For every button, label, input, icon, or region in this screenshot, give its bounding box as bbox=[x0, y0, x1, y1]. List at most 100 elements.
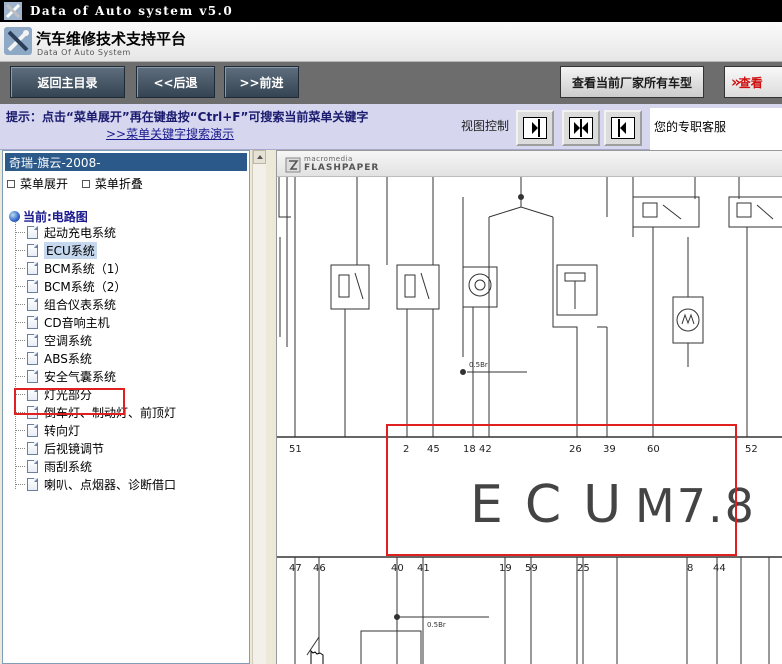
tree-item[interactable]: BCM系统（1） bbox=[15, 259, 126, 277]
tree-item[interactable]: 灯光部分 bbox=[15, 385, 92, 403]
view-split-button[interactable] bbox=[562, 110, 600, 146]
pin-label: 60 bbox=[647, 444, 660, 455]
pin-label: 18 bbox=[463, 444, 476, 455]
tree-item[interactable]: ECU系统 bbox=[15, 241, 97, 259]
menu-tree: 奇瑞-旗云-2008- 菜单展开 菜单折叠 当前:电路图 起动充电系统 ECU系统… bbox=[2, 150, 250, 664]
tree-item-label: 起动充电系统 bbox=[44, 225, 117, 240]
document-icon bbox=[27, 315, 38, 329]
ecu-label-text: ECU bbox=[470, 475, 643, 535]
tree-item-label: 安全气囊系统 bbox=[44, 369, 117, 384]
tree-item[interactable]: 安全气囊系统 bbox=[15, 367, 116, 385]
pin-label: 40 bbox=[391, 563, 404, 574]
menu-collapse-button[interactable]: 菜单折叠 bbox=[81, 177, 143, 191]
pin-label: 51 bbox=[289, 444, 302, 455]
tree-item[interactable]: 空调系统 bbox=[15, 331, 92, 349]
document-icon bbox=[27, 225, 38, 239]
document-icon bbox=[27, 261, 38, 275]
tree-connector bbox=[15, 357, 25, 359]
tree-item-label: BCM系统（2） bbox=[44, 279, 127, 294]
search-demo-link[interactable]: >>菜单关键字搜索演示 bbox=[106, 125, 234, 142]
tree-item[interactable]: BCM系统（2） bbox=[15, 277, 126, 295]
flashpaper-bar: macromedia FLASHPAPER bbox=[277, 151, 782, 177]
service-label: 您的专职客服 bbox=[654, 120, 727, 134]
document-icon bbox=[27, 441, 38, 455]
menu-options: 菜单展开 菜单折叠 bbox=[7, 175, 153, 192]
hand-cursor-icon bbox=[310, 649, 324, 664]
tree-item[interactable]: 雨刮系统 bbox=[15, 457, 92, 475]
view-all-models-button[interactable]: 查看当前厂家所有车型 bbox=[560, 66, 704, 98]
pin-label: 41 bbox=[417, 563, 430, 574]
pin-label: 42 bbox=[479, 444, 492, 455]
tree-connector bbox=[15, 339, 25, 341]
tree-item-label: BCM系统（1） bbox=[44, 261, 127, 276]
tree-connector bbox=[15, 285, 25, 287]
tree-connector bbox=[15, 231, 25, 233]
document-icon bbox=[27, 333, 38, 347]
tree-item[interactable]: 起动充电系统 bbox=[15, 223, 116, 241]
scroll-up-icon[interactable] bbox=[253, 150, 266, 164]
pin-label: 26 bbox=[569, 444, 582, 455]
tree-item[interactable]: 组合仪表系统 bbox=[15, 295, 116, 313]
tree-item-label: 空调系统 bbox=[44, 333, 93, 348]
pin-label: 25 bbox=[577, 563, 590, 574]
search-hint: 提示：点击“菜单展开”再在键盘按“Ctrl+F”可搜索当前菜单关键字 bbox=[6, 110, 369, 124]
tree-item[interactable]: 转向灯 bbox=[15, 421, 80, 439]
view-control-label: 视图控制 bbox=[461, 119, 510, 133]
tree-item[interactable]: CD音响主机 bbox=[15, 313, 110, 331]
pin-label: 47 bbox=[289, 563, 302, 574]
tree-item-label: 雨刮系统 bbox=[44, 459, 93, 474]
nav-toolbar: 返回主目录 <<后退 >>前进 查看当前厂家所有车型 » 查看 bbox=[0, 62, 782, 104]
pin-label: 59 bbox=[525, 563, 538, 574]
app-header: 汽车维修技术支持平台 Data Of Auto System bbox=[0, 22, 782, 62]
tree-connector bbox=[15, 375, 25, 377]
document-icon bbox=[27, 477, 38, 491]
tree-item-label: 转向灯 bbox=[44, 423, 81, 438]
tree-connector bbox=[15, 483, 25, 485]
back-to-main-button[interactable]: 返回主目录 bbox=[10, 66, 125, 98]
tree-connector bbox=[15, 267, 25, 269]
tree-item-label: ABS系统 bbox=[44, 351, 92, 366]
app-subtitle: Data Of Auto System bbox=[37, 48, 131, 57]
document-icon bbox=[27, 387, 38, 401]
view-more-button[interactable]: » 查看 bbox=[724, 66, 782, 98]
document-icon bbox=[27, 405, 38, 419]
tree-item-label: 灯光部分 bbox=[44, 387, 93, 402]
tree-connector bbox=[15, 429, 25, 431]
view-expand-right-button[interactable] bbox=[516, 110, 554, 146]
document-icon bbox=[27, 351, 38, 365]
flashpaper-logo-icon bbox=[285, 157, 301, 173]
pin-label: 39 bbox=[603, 444, 616, 455]
double-chevron-icon: » bbox=[731, 73, 741, 91]
tree-item-label: CD音响主机 bbox=[44, 315, 110, 330]
pin-label: 46 bbox=[313, 563, 326, 574]
brand-line1: macromedia bbox=[304, 155, 353, 163]
view-expand-left-button[interactable] bbox=[604, 110, 642, 146]
tree-connector bbox=[15, 447, 25, 449]
hint-bar: 提示：点击“菜单展开”再在键盘按“Ctrl+F”可搜索当前菜单关键字 >>菜单关… bbox=[0, 104, 782, 150]
menu-expand-button[interactable]: 菜单展开 bbox=[7, 177, 68, 191]
service-box[interactable]: 您的专职客服 bbox=[650, 108, 782, 150]
document-icon bbox=[27, 423, 38, 437]
expand-icon bbox=[7, 179, 15, 188]
tree-item-label: 倒车灯、制动灯、前顶灯 bbox=[44, 405, 177, 420]
wrench-screwdriver-icon bbox=[4, 27, 32, 55]
left-scrollbar[interactable] bbox=[252, 150, 266, 664]
tree-item[interactable]: 喇叭、点烟器、诊断借口 bbox=[15, 475, 176, 493]
document-icon bbox=[27, 459, 38, 473]
forward-button[interactable]: >>前进 bbox=[224, 66, 299, 98]
tree-item[interactable]: ABS系统 bbox=[15, 349, 92, 367]
brand-line2: FLASHPAPER bbox=[304, 163, 380, 173]
app-window: Data of Auto system v5.0 汽车维修技术支持平台 Data… bbox=[0, 0, 782, 664]
diagram-viewer[interactable]: macromedia FLASHPAPER ECU M7.8 0.5Br 0.5… bbox=[276, 150, 782, 664]
wire-label-1: 0.5Br bbox=[469, 361, 488, 369]
window-title: Data of Auto system v5.0 bbox=[30, 4, 234, 18]
tree-item-label: ECU系统 bbox=[44, 241, 97, 259]
tree-item[interactable]: 后视镜调节 bbox=[15, 439, 104, 457]
tree-connector bbox=[15, 303, 25, 305]
tree-connector bbox=[15, 393, 25, 395]
tools-app-icon bbox=[4, 2, 22, 20]
tree-connector bbox=[15, 411, 25, 413]
back-button[interactable]: <<后退 bbox=[136, 66, 215, 98]
tree-connector bbox=[15, 249, 25, 251]
tree-item[interactable]: 倒车灯、制动灯、前顶灯 bbox=[15, 403, 176, 421]
